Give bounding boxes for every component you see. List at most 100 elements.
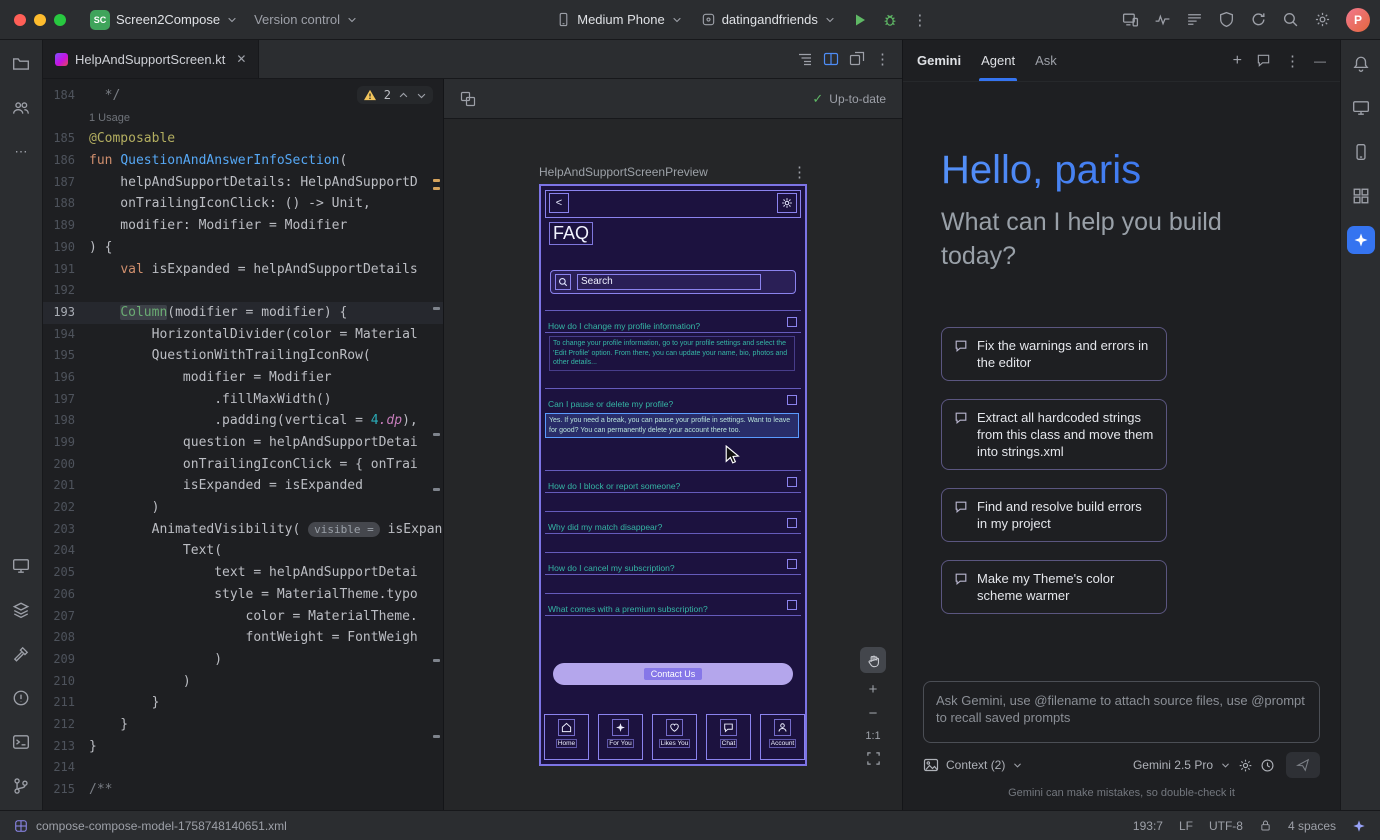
code-line[interactable]: 210 ) [43, 671, 443, 693]
wf-question-row[interactable]: How do I change my profile information? [548, 317, 798, 329]
next-issue-icon[interactable] [416, 90, 427, 101]
open-in-window-icon[interactable] [849, 51, 865, 67]
gemini-prompt-input[interactable]: Ask Gemini, use @filename to attach sour… [923, 681, 1320, 743]
code-line[interactable]: 196 modifier = Modifier [43, 367, 443, 389]
code-line[interactable]: 198 .padding(vertical = 4.dp), [43, 410, 443, 432]
structure-tool-button[interactable] [7, 94, 35, 122]
more-tool-windows-button[interactable]: ⋯ [7, 138, 35, 166]
code-line[interactable]: 202 ) [43, 497, 443, 519]
wf-search-field[interactable]: Search [550, 270, 796, 294]
code-line[interactable]: 190) { [43, 237, 443, 259]
debug-button[interactable] [876, 6, 904, 34]
status-file-name[interactable]: compose-compose-model-1758748140651.xml [36, 819, 287, 833]
code-line[interactable]: 205 text = helpAndSupportDetai [43, 562, 443, 584]
code-line[interactable]: 189 modifier: Modifier = Modifier [43, 215, 443, 237]
code-line[interactable]: 211 } [43, 692, 443, 714]
code-line[interactable]: 215/** [43, 779, 443, 801]
wf-contact-us-button[interactable]: Contact Us [553, 663, 793, 685]
code-line[interactable]: 185@Composable [43, 128, 443, 150]
code-line[interactable]: 197 .fillMaxWidth() [43, 389, 443, 411]
device-selector[interactable]: Medium Phone [548, 8, 690, 31]
scrollbar-mark[interactable] [433, 307, 440, 310]
code-line[interactable]: 1 Usage [43, 107, 443, 129]
suggestion-card[interactable]: Find and resolve build errors in my proj… [941, 488, 1167, 542]
scrollbar-warning-mark[interactable] [433, 179, 440, 182]
code-line[interactable]: 212 } [43, 714, 443, 736]
gemini-tool-button[interactable] [1347, 226, 1375, 254]
scrollbar-mark[interactable] [433, 488, 440, 491]
logcat-button[interactable] [1180, 6, 1208, 34]
code-line[interactable]: 214 [43, 757, 443, 779]
problems-tool-button[interactable] [7, 684, 35, 712]
code-line[interactable]: 204 Text( [43, 540, 443, 562]
ui-check-icon[interactable] [460, 91, 476, 107]
zoom-out-button[interactable]: − [869, 706, 878, 721]
project-tool-button[interactable] [7, 50, 35, 78]
wf-expand-icon[interactable] [787, 600, 797, 610]
code-line[interactable]: 213} [43, 736, 443, 758]
close-window-button[interactable] [14, 14, 26, 26]
gemini-options-icon[interactable]: ⋮ [1285, 52, 1300, 70]
code-line[interactable]: 187 helpAndSupportDetails: HelpAndSuppor… [43, 172, 443, 194]
run-configuration-selector[interactable]: datingandfriends [693, 8, 844, 31]
profiler-button[interactable] [1148, 6, 1176, 34]
wf-nav-home[interactable]: Home [544, 714, 589, 760]
wf-nav-likes-you[interactable]: Likes You [652, 714, 697, 760]
scrollbar-warning-mark[interactable] [433, 187, 440, 190]
wf-back-button[interactable]: < [549, 193, 569, 213]
scrollbar-mark[interactable] [433, 735, 440, 738]
wf-question-row[interactable]: Why did my match disappear? [548, 518, 798, 530]
scrollbar-mark[interactable] [433, 433, 440, 436]
preview-menu-icon[interactable]: ⋮ [792, 163, 807, 181]
wf-question-row[interactable]: How do I cancel my subscription? [548, 559, 798, 571]
wf-screen-title[interactable]: FAQ [549, 222, 593, 245]
close-tab-icon[interactable]: ✕ [236, 52, 246, 66]
indent-widget[interactable]: 4 spaces [1288, 819, 1336, 833]
gemini-status-icon[interactable] [1352, 819, 1366, 833]
running-devices-button[interactable] [7, 552, 35, 580]
more-run-actions-button[interactable]: ⋮ [906, 6, 934, 34]
tab-ask[interactable]: Ask [1035, 53, 1057, 68]
search-everywhere-button[interactable] [1276, 6, 1304, 34]
zoom-ratio-button[interactable]: 1:1 [865, 730, 880, 742]
code-line[interactable]: 207 color = MaterialTheme. [43, 606, 443, 628]
code-line[interactable]: 193 Column(modifier = modifier) { [43, 302, 443, 324]
suggestion-card[interactable]: Extract all hardcoded strings from this … [941, 399, 1167, 470]
suggestion-card[interactable]: Fix the warnings and errors in the edito… [941, 327, 1167, 381]
gemini-settings-icon[interactable] [1238, 758, 1253, 773]
wf-answer-selected[interactable]: Yes. If you need a break, you can pause … [545, 413, 799, 438]
lock-icon[interactable] [1259, 819, 1272, 832]
attach-image-icon[interactable] [923, 757, 939, 773]
code-line[interactable]: 208 fontWeight = FontWeigh [43, 627, 443, 649]
wf-expand-icon[interactable] [787, 395, 797, 405]
wf-expand-icon[interactable] [787, 559, 797, 569]
history-icon[interactable] [1260, 758, 1275, 773]
version-control-tool-button[interactable] [7, 772, 35, 800]
code-line[interactable]: 188 onTrailingIconClick: () -> Unit, [43, 193, 443, 215]
settings-button[interactable] [1308, 6, 1336, 34]
editor-options-icon[interactable]: ⋮ [875, 50, 890, 68]
preview-name[interactable]: HelpAndSupportScreenPreview [539, 165, 708, 179]
send-button[interactable] [1286, 752, 1320, 778]
wf-top-app-bar[interactable] [545, 190, 801, 218]
build-tool-button[interactable] [7, 640, 35, 668]
code-line[interactable]: 201 isExpanded = isExpanded [43, 475, 443, 497]
running-devices-button[interactable] [1347, 94, 1375, 122]
wf-question-row[interactable]: Can I pause or delete my profile? [548, 395, 798, 407]
new-chat-button[interactable]: + [1233, 52, 1242, 70]
device-mirroring-button[interactable] [1116, 6, 1144, 34]
code-line[interactable]: 206 style = MaterialTheme.typo [43, 584, 443, 606]
inspection-widget[interactable]: 2 [357, 86, 433, 104]
build-variants-button[interactable] [7, 596, 35, 624]
code-line[interactable]: 186fun QuestionAndAnswerInfoSection( [43, 150, 443, 172]
wf-settings-button[interactable] [777, 193, 797, 213]
zoom-to-fit-button[interactable] [866, 751, 881, 766]
code-editor[interactable]: 184 */1 Usage185@Composable186fun Questi… [43, 79, 443, 810]
zoom-window-button[interactable] [54, 14, 66, 26]
scrollbar-mark[interactable] [433, 659, 440, 662]
tab-agent[interactable]: Agent [981, 53, 1015, 68]
wf-expand-icon[interactable] [787, 518, 797, 528]
minimize-window-button[interactable] [34, 14, 46, 26]
device-manager-button[interactable] [1347, 138, 1375, 166]
file-structure-icon[interactable] [797, 51, 813, 67]
